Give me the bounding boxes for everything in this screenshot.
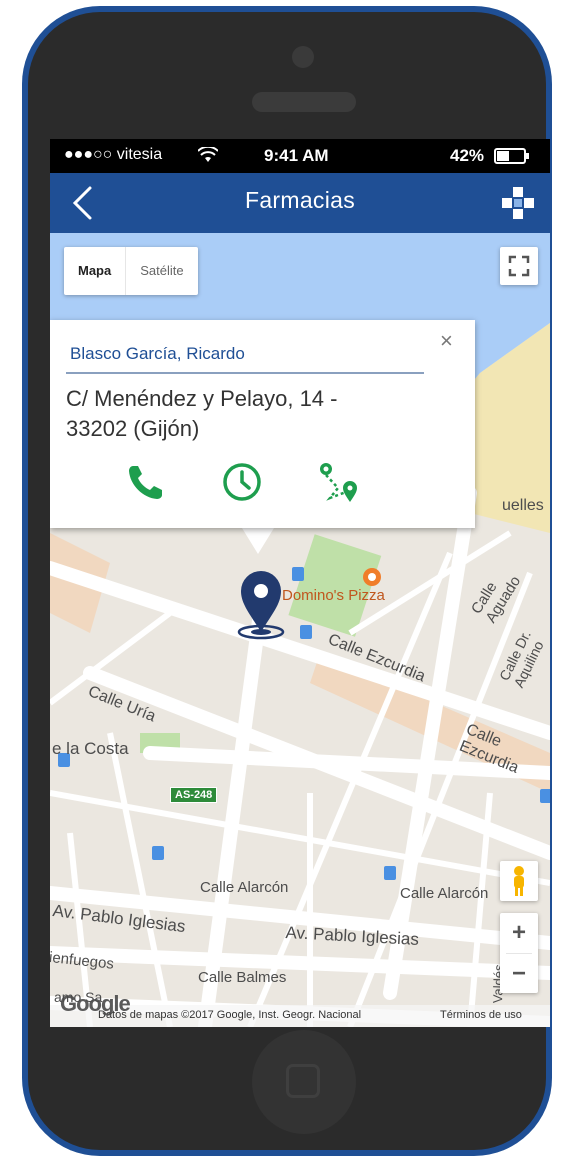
road-shield: AS-248 <box>170 787 218 803</box>
bus-stop-icon[interactable] <box>384 866 396 880</box>
zoom-out-button[interactable]: − <box>500 954 538 994</box>
bus-stop-icon[interactable] <box>540 789 550 803</box>
close-icon[interactable]: × <box>440 328 453 354</box>
map-label-fragment: uelles <box>502 497 544 514</box>
attribution-text: Datos de mapas ©2017 Google, Inst. Geogr… <box>98 1009 362 1021</box>
screen: ●●●○○ vitesia 9:41 AM 42% Farmacias Domi… <box>50 139 550 1027</box>
map-label-poi[interactable]: Domino's Pizza <box>282 587 385 604</box>
terms-link[interactable]: Términos de uso <box>440 1009 522 1021</box>
clock-time: 9:41 AM <box>264 146 329 165</box>
clock-icon[interactable] <box>220 460 264 504</box>
map-pin-icon <box>237 571 285 640</box>
map-type-satellite-button[interactable]: Satélite <box>125 247 197 295</box>
restaurant-poi-icon[interactable] <box>362 567 382 587</box>
nav-bar: Farmacias <box>50 173 550 233</box>
address-line-2: 33202 (Gijón) <box>66 416 200 441</box>
route-icon[interactable] <box>316 460 360 504</box>
battery-percent: 42% <box>450 146 485 165</box>
page-title: Farmacias <box>244 187 356 213</box>
earpiece-speaker <box>252 92 356 112</box>
fullscreen-button[interactable] <box>500 247 538 285</box>
zoom-in-button[interactable]: + <box>500 913 538 953</box>
carrier-label: ●●●○○ vitesia <box>64 146 163 163</box>
pegman-icon <box>514 866 524 896</box>
bus-stop-icon[interactable] <box>292 567 304 581</box>
map-label-street: Calle Balmes <box>198 969 287 986</box>
battery-icon <box>494 148 529 164</box>
bus-stop-icon[interactable] <box>300 625 312 639</box>
home-button[interactable] <box>252 1030 356 1134</box>
map-label-street: Calle Alarcón <box>400 885 489 902</box>
google-logo[interactable]: Google <box>60 991 131 1017</box>
home-button-square-icon <box>286 1064 320 1098</box>
bus-stop-icon[interactable] <box>152 846 164 860</box>
info-window: Blasco García, Ricardo C/ Menéndez y Pel… <box>50 320 475 528</box>
info-window-pointer <box>242 528 274 554</box>
wifi-icon <box>198 147 218 162</box>
address-line-1: C/ Menéndez y Pelayo, 14 - <box>66 386 338 411</box>
map-label-street: Calle Alarcón <box>200 879 289 896</box>
pharmacy-name: Blasco García, Ricardo <box>70 344 245 363</box>
name-underline <box>66 372 424 374</box>
street-view-pegman[interactable] <box>500 861 538 901</box>
zoom-control: + − <box>500 913 538 993</box>
pharmacy-cross-icon[interactable] <box>502 187 534 219</box>
phone-icon[interactable] <box>124 460 168 504</box>
front-camera <box>292 46 314 68</box>
map-type-map-button[interactable]: Mapa <box>64 247 125 295</box>
map-label-street: e la Costa <box>52 739 129 758</box>
fullscreen-icon <box>508 255 530 277</box>
map-type-control: Mapa Satélite <box>64 247 198 295</box>
status-bar: ●●●○○ vitesia 9:41 AM 42% <box>50 139 550 173</box>
